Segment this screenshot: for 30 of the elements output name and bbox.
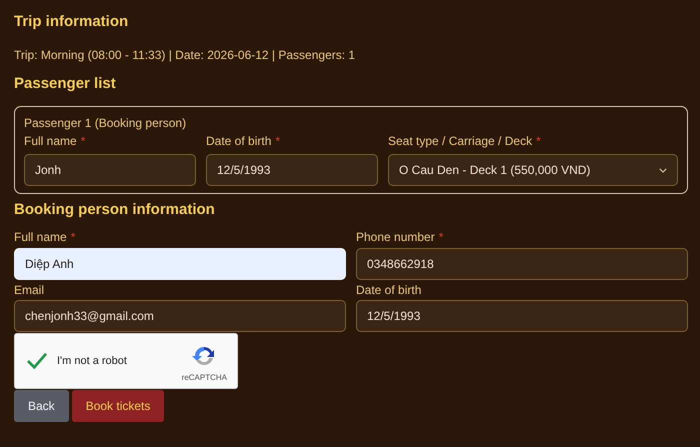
input-field[interactable]: 12/5/1993 — [206, 154, 378, 186]
input-field[interactable]: 0348662918 — [356, 248, 688, 280]
section-heading: Trip information — [14, 12, 130, 32]
field-label: Date of birth — [206, 134, 272, 148]
trip-summary: Trip: Morning (08:00 - 11:33) | Date: 2026-06-12 | Passengers: 1 — [14, 47, 356, 64]
input-field[interactable]: Jonh — [24, 154, 196, 186]
book-button[interactable]: Book tickets — [72, 390, 164, 422]
recaptcha-logo-icon — [192, 344, 216, 368]
captcha-brand: reCAPTCHA — [182, 373, 227, 382]
captcha-label: I'm not a robot — [57, 355, 128, 367]
field-label: Seat type / Carriage / Deck — [388, 134, 532, 148]
required-mark: * — [536, 134, 541, 148]
passenger-title: Passenger 1 (Booking person) — [24, 115, 188, 132]
required-mark: * — [70, 230, 76, 244]
field-label: Full name — [24, 134, 77, 148]
back-button[interactable]: Back — [14, 390, 69, 422]
field-label: Date of birth — [356, 283, 422, 297]
input-field[interactable]: 12/5/1993 — [356, 300, 688, 332]
section-heading: Booking person information — [14, 200, 216, 220]
field-label: Phone number — [356, 230, 435, 244]
field-label: Full name — [14, 230, 67, 244]
input-field[interactable]: chenjonh33@gmail.com — [14, 300, 346, 332]
section-heading: Passenger list — [14, 74, 117, 94]
required-mark: * — [438, 230, 444, 244]
select-field[interactable]: O Cau Den - Deck 1 (550,000 VND) — [388, 154, 678, 186]
required-mark: * — [275, 134, 280, 148]
required-mark: * — [80, 134, 86, 148]
chevron-down-icon — [659, 168, 667, 172]
field-label: Email — [14, 283, 44, 297]
input-field[interactable]: Diệp Anh — [14, 248, 346, 280]
